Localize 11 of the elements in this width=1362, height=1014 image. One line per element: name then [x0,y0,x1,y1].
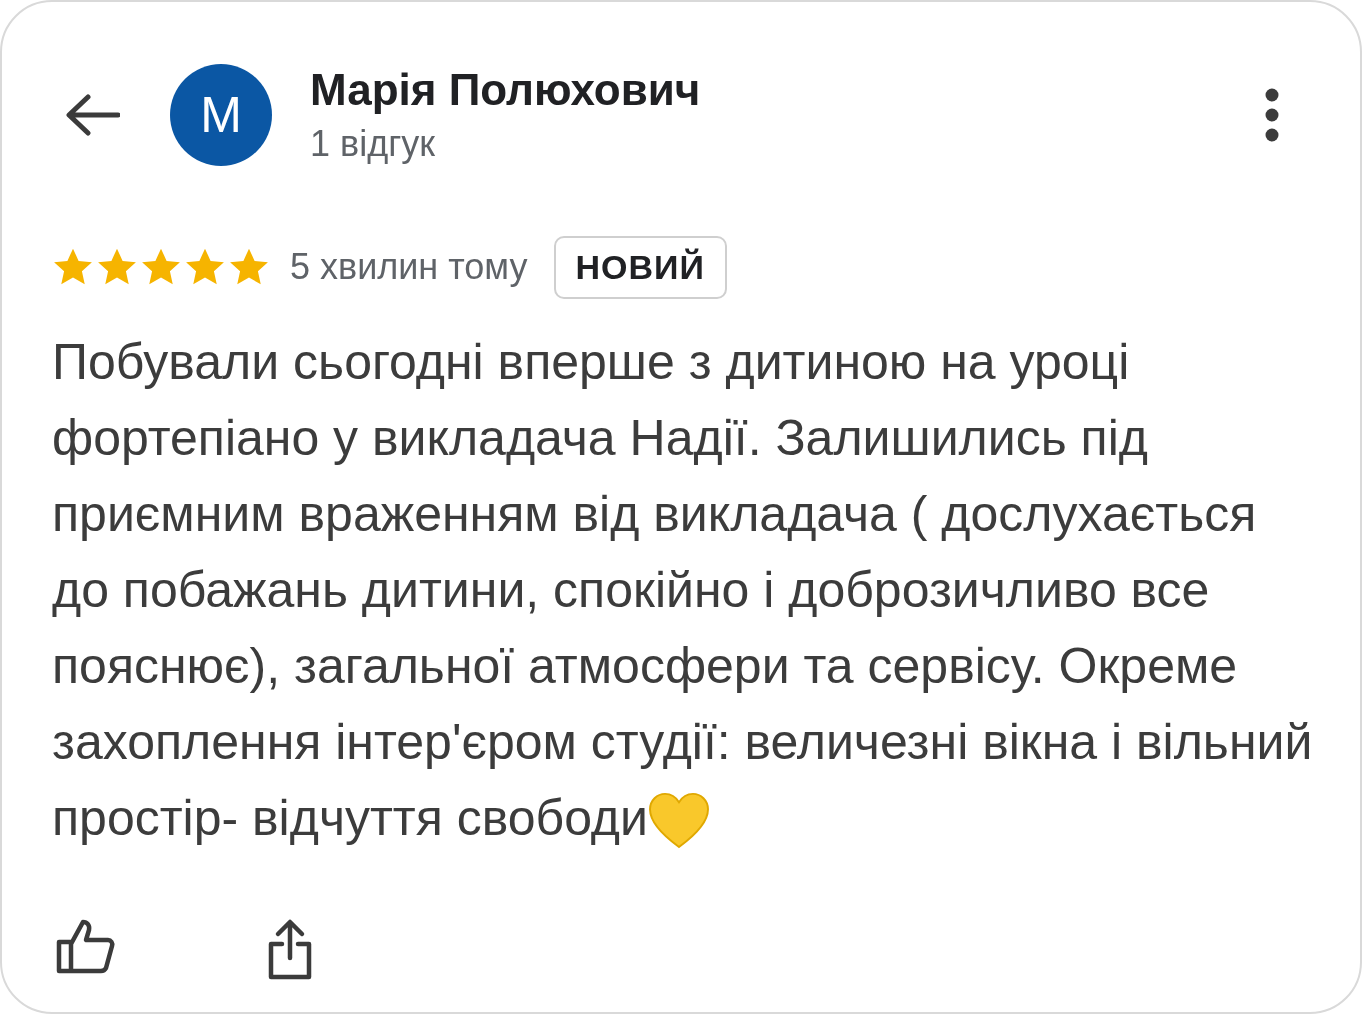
review-text: Побували сьогодні вперше з дитиною на уроці фортепіано у викладача Надії. Залишились під приємним враженням від викладача ( дослухається до побажань дитини, спокійно і доброзичливо все пояснює), загальної атмосфери та сервісу. Окреме захоплення інтер'єром студії: величезні вікна і вільний простір- відчуття свободи [52,324,1320,856]
review-count: 1 відгук [310,123,437,165]
share-icon[interactable] [266,918,314,980]
heart-icon [648,791,710,849]
back-icon[interactable] [64,93,120,137]
new-badge: НОВИЙ [553,235,727,299]
avatar[interactable]: M [170,64,272,166]
more-icon[interactable] [1264,88,1280,142]
review-time: 5 хвилин тому [290,246,528,288]
thumbs-up-icon[interactable] [56,918,116,974]
author-name[interactable]: Марія Полюхович [310,65,1264,115]
